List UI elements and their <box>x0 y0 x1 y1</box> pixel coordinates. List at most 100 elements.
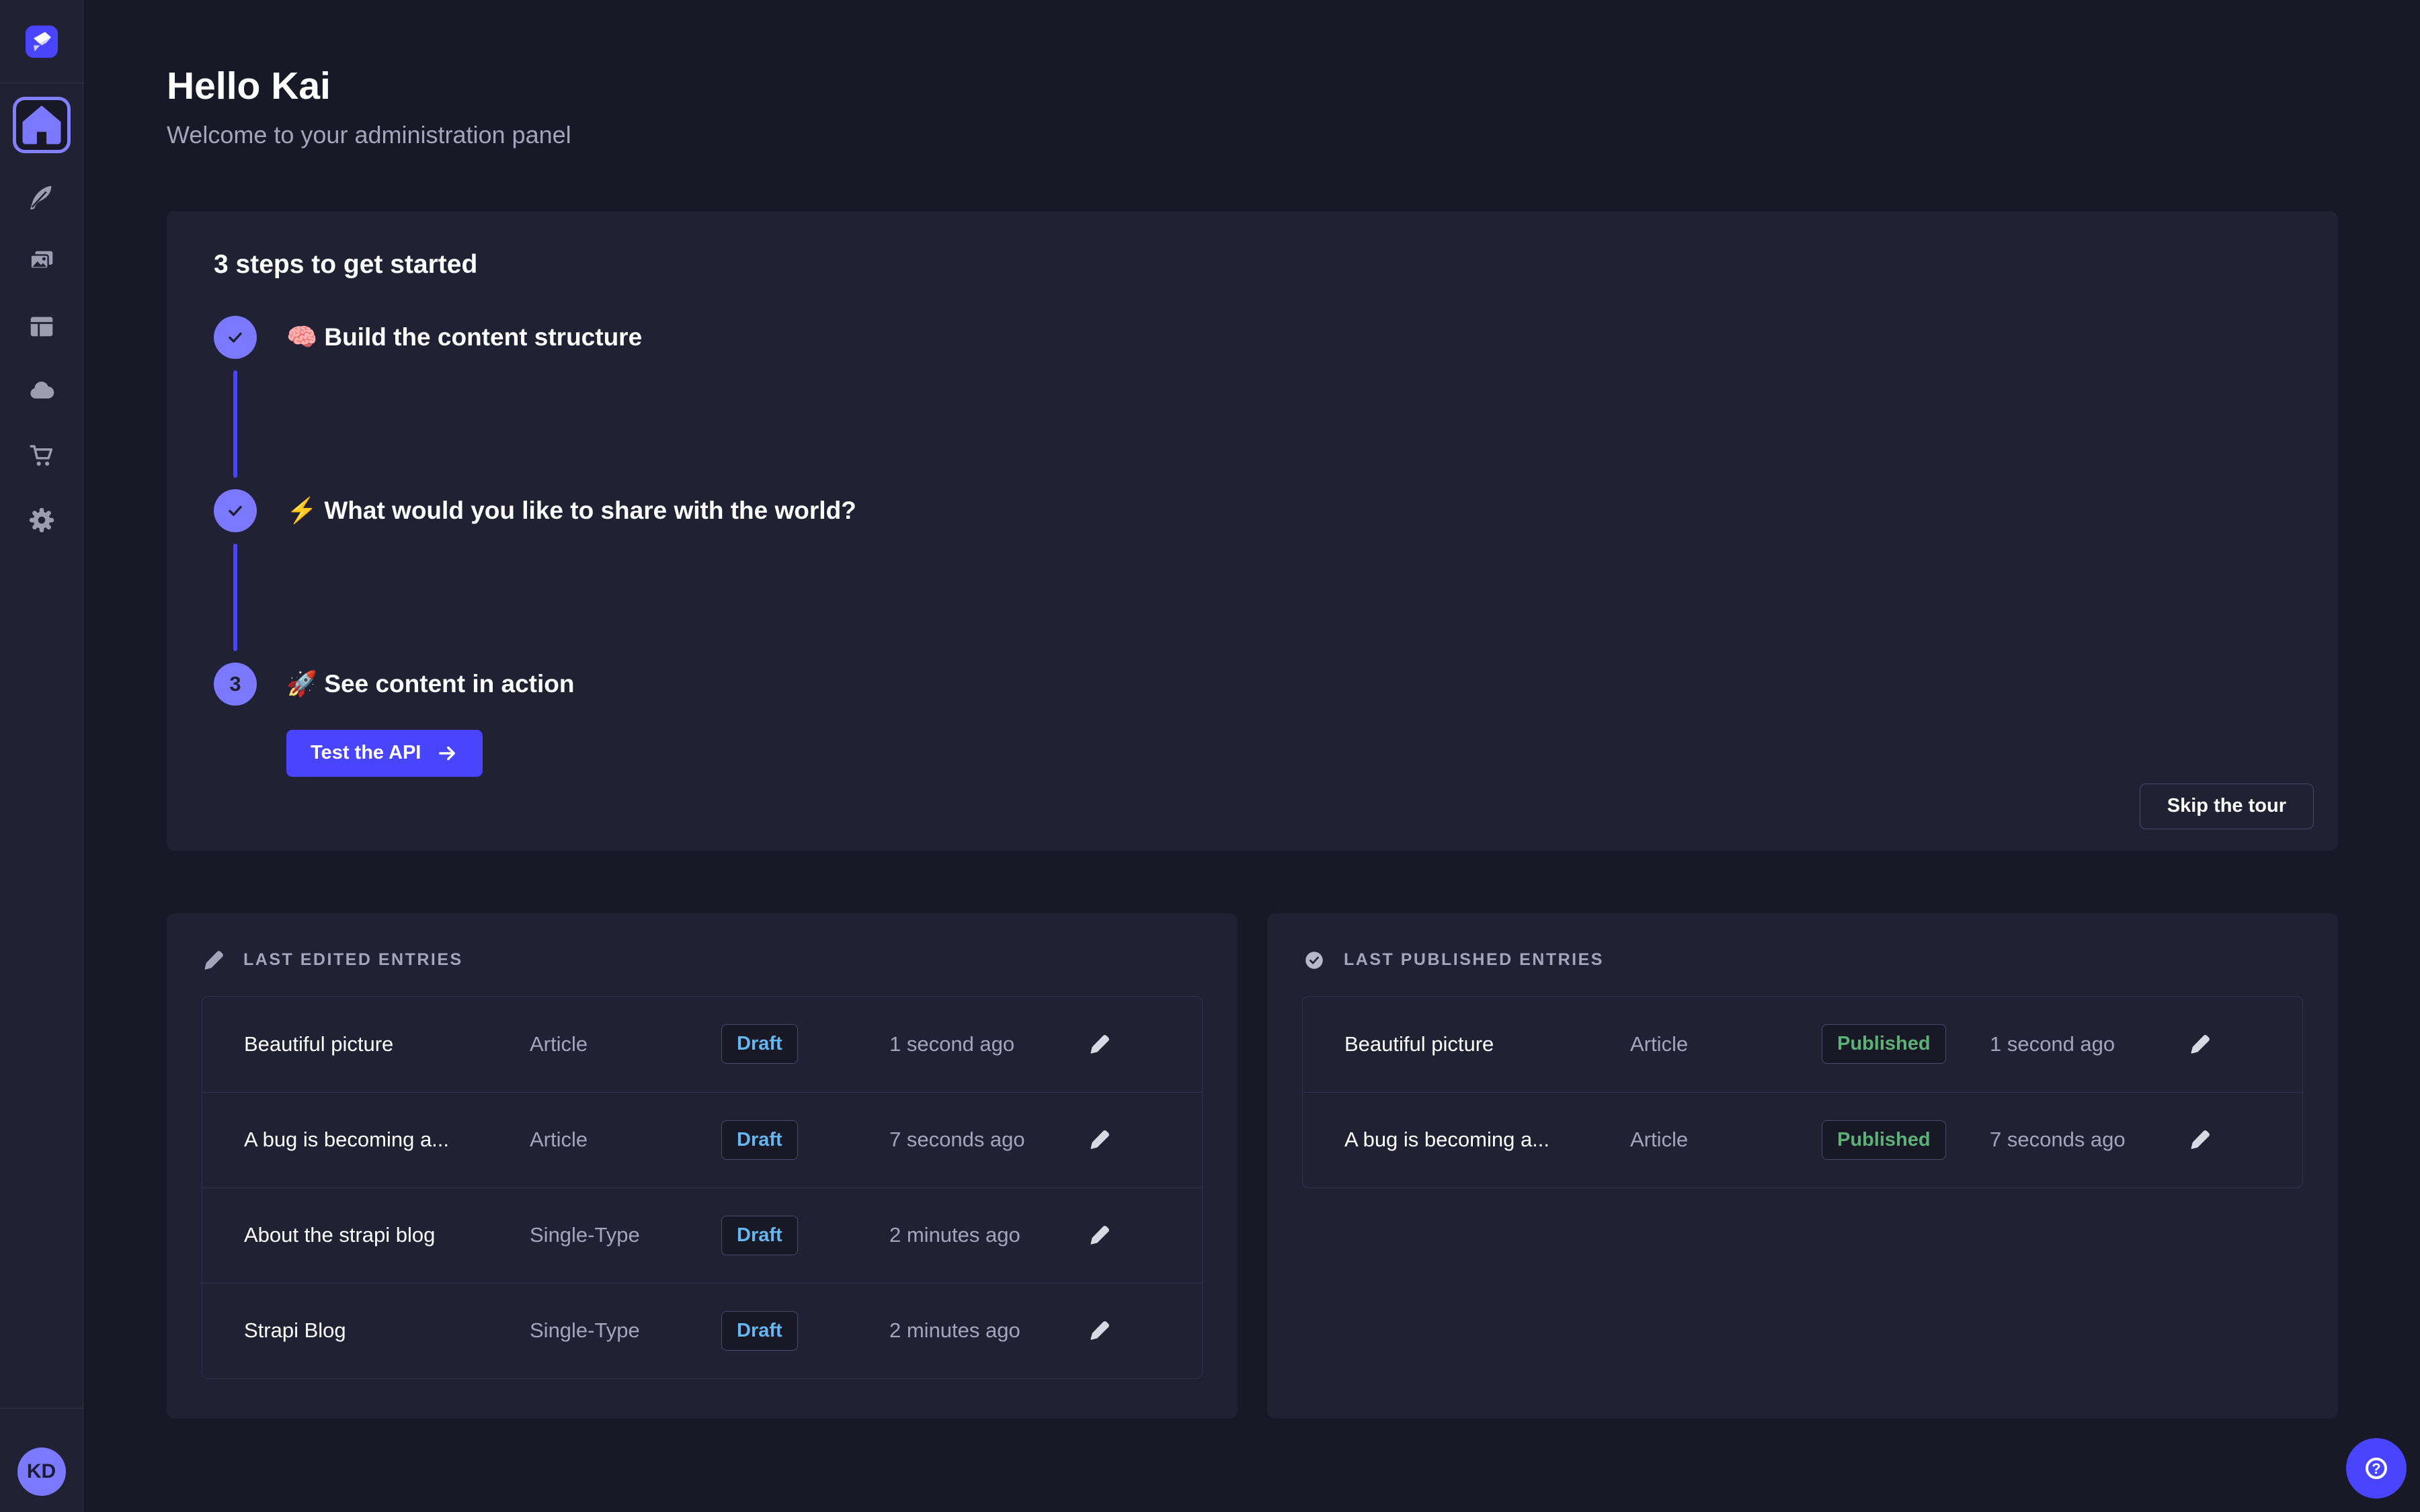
page-subtitle: Welcome to your administration panel <box>167 121 2338 149</box>
pencil-icon <box>1088 1318 1112 1343</box>
status-badge-cell: Published <box>1822 1024 1990 1064</box>
step-label: 🚀 See content in action <box>286 669 574 699</box>
help-button[interactable]: ? <box>2346 1438 2407 1499</box>
step-number-indicator: 3 <box>214 663 257 706</box>
cart-icon <box>26 440 57 471</box>
table-row: Beautiful picture Article Published 1 se… <box>1303 997 2302 1092</box>
entry-time-cell: 7 seconds ago <box>1990 1128 2180 1152</box>
entry-type-cell: Article <box>530 1128 721 1152</box>
status-badge-cell: Draft <box>721 1120 889 1160</box>
entry-type-cell: Article <box>530 1032 721 1056</box>
feather-icon <box>26 182 57 213</box>
question-circle-icon: ? <box>2358 1450 2394 1486</box>
strapi-admin-app: KD Hello Kai Welcome to your administrat… <box>0 0 2420 1512</box>
edit-entry-button[interactable] <box>1080 1215 1120 1255</box>
last-published-entries-panel: LAST PUBLISHED ENTRIES Beautiful picture… <box>1267 913 2338 1419</box>
status-badge-cell: Draft <box>721 1024 889 1064</box>
edit-entry-button[interactable] <box>2180 1024 2220 1064</box>
pencil-icon <box>1088 1032 1112 1056</box>
onboarding-steps: 🧠 Build the content structure ⚡ What wou… <box>214 316 2300 777</box>
entry-type-cell: Article <box>1630 1032 1822 1056</box>
sidebar-footer: KD <box>0 1408 83 1512</box>
last-published-table: Beautiful picture Article Published 1 se… <box>1302 996 2303 1188</box>
table-row: Beautiful picture Article Draft 1 second… <box>202 997 1202 1092</box>
entry-title-cell: About the strapi blog <box>244 1223 530 1247</box>
strapi-logo[interactable] <box>26 26 58 58</box>
entry-type-cell: Single-Type <box>530 1318 721 1343</box>
main-content: Hello Kai Welcome to your administration… <box>83 0 2420 1512</box>
entry-time-cell: 1 second ago <box>1990 1032 2180 1056</box>
svg-text:?: ? <box>2372 1460 2380 1477</box>
status-badge: Draft <box>721 1024 798 1064</box>
gear-icon <box>26 505 57 536</box>
test-api-button[interactable]: Test the API <box>286 730 483 777</box>
step-connector <box>233 544 237 651</box>
sidebar-nav <box>0 83 83 540</box>
table-row: Strapi Blog Single-Type Draft 2 minutes … <box>202 1283 1202 1378</box>
panel-title: LAST PUBLISHED ENTRIES <box>1344 950 1604 970</box>
check-icon <box>225 500 246 521</box>
entry-time-cell: 2 minutes ago <box>889 1223 1080 1247</box>
sidebar-item-content-manager[interactable] <box>13 177 71 218</box>
sidebar-logo-zone <box>0 0 83 83</box>
arrow-right-icon <box>436 742 458 765</box>
user-avatar[interactable]: KD <box>17 1447 66 1496</box>
step-connector <box>233 370 237 478</box>
sidebar-item-content-type-builder[interactable] <box>13 306 71 347</box>
edit-entry-button[interactable] <box>1080 1120 1120 1160</box>
entry-panels: LAST EDITED ENTRIES Beautiful picture Ar… <box>167 913 2338 1419</box>
step-share-with-world[interactable]: ⚡ What would you like to share with the … <box>214 489 2300 532</box>
sidebar-item-marketplace[interactable] <box>13 435 71 476</box>
check-circle-icon <box>1302 948 1326 972</box>
sidebar-item-settings[interactable] <box>13 500 71 540</box>
entry-type-cell: Article <box>1630 1128 1822 1152</box>
edit-entry-button[interactable] <box>1080 1024 1120 1064</box>
edit-entry-button[interactable] <box>2180 1120 2220 1160</box>
table-row: A bug is becoming a... Article Draft 7 s… <box>202 1092 1202 1187</box>
pencil-icon <box>2188 1032 2212 1056</box>
entry-title-cell: Beautiful picture <box>244 1032 530 1056</box>
panel-header: LAST EDITED ENTRIES <box>202 948 1203 972</box>
status-badge-cell: Draft <box>721 1216 889 1255</box>
entry-time-cell: 1 second ago <box>889 1032 1080 1056</box>
sidebar-item-media-library[interactable] <box>13 242 71 282</box>
skip-tour-button[interactable]: Skip the tour <box>2140 784 2314 829</box>
strapi-logo-icon <box>26 26 58 58</box>
step-label: ⚡ What would you like to share with the … <box>286 496 856 526</box>
step-build-content-structure[interactable]: 🧠 Build the content structure <box>214 316 2300 359</box>
entry-title-cell: Beautiful picture <box>1344 1032 1630 1056</box>
pencil-icon <box>1088 1128 1112 1152</box>
sidebar: KD <box>0 0 83 1512</box>
edit-entry-button[interactable] <box>1080 1310 1120 1351</box>
test-api-label: Test the API <box>311 742 421 764</box>
status-badge: Published <box>1822 1024 1946 1064</box>
status-badge-cell: Draft <box>721 1311 889 1351</box>
step-done-indicator <box>214 316 257 359</box>
home-icon <box>16 99 67 151</box>
status-badge: Published <box>1822 1120 1946 1160</box>
panel-header: LAST PUBLISHED ENTRIES <box>1302 948 2303 972</box>
entry-title-cell: A bug is becoming a... <box>1344 1128 1630 1152</box>
sidebar-item-deploy[interactable] <box>13 371 71 411</box>
step-see-content-in-action[interactable]: 3 🚀 See content in action <box>214 663 2300 706</box>
layout-icon <box>26 311 57 342</box>
entry-time-cell: 7 seconds ago <box>889 1128 1080 1152</box>
table-row: About the strapi blog Single-Type Draft … <box>202 1187 1202 1283</box>
status-badge: Draft <box>721 1120 798 1160</box>
onboarding-title: 3 steps to get started <box>214 250 2300 280</box>
check-icon <box>225 327 246 348</box>
last-edited-entries-panel: LAST EDITED ENTRIES Beautiful picture Ar… <box>167 913 1238 1419</box>
status-badge: Draft <box>721 1216 798 1255</box>
entry-type-cell: Single-Type <box>530 1223 721 1247</box>
last-edited-table: Beautiful picture Article Draft 1 second… <box>202 996 1203 1379</box>
onboarding-card: 3 steps to get started 🧠 Build the conte… <box>167 211 2338 851</box>
step-done-indicator <box>214 489 257 532</box>
sidebar-item-home[interactable] <box>13 97 71 153</box>
entry-title-cell: A bug is becoming a... <box>244 1128 530 1152</box>
pencil-icon <box>1088 1223 1112 1247</box>
entry-time-cell: 2 minutes ago <box>889 1318 1080 1343</box>
step-label: 🧠 Build the content structure <box>286 323 642 352</box>
entry-title-cell: Strapi Blog <box>244 1318 530 1343</box>
table-row: A bug is becoming a... Article Published… <box>1303 1092 2302 1187</box>
status-badge-cell: Published <box>1822 1120 1990 1160</box>
